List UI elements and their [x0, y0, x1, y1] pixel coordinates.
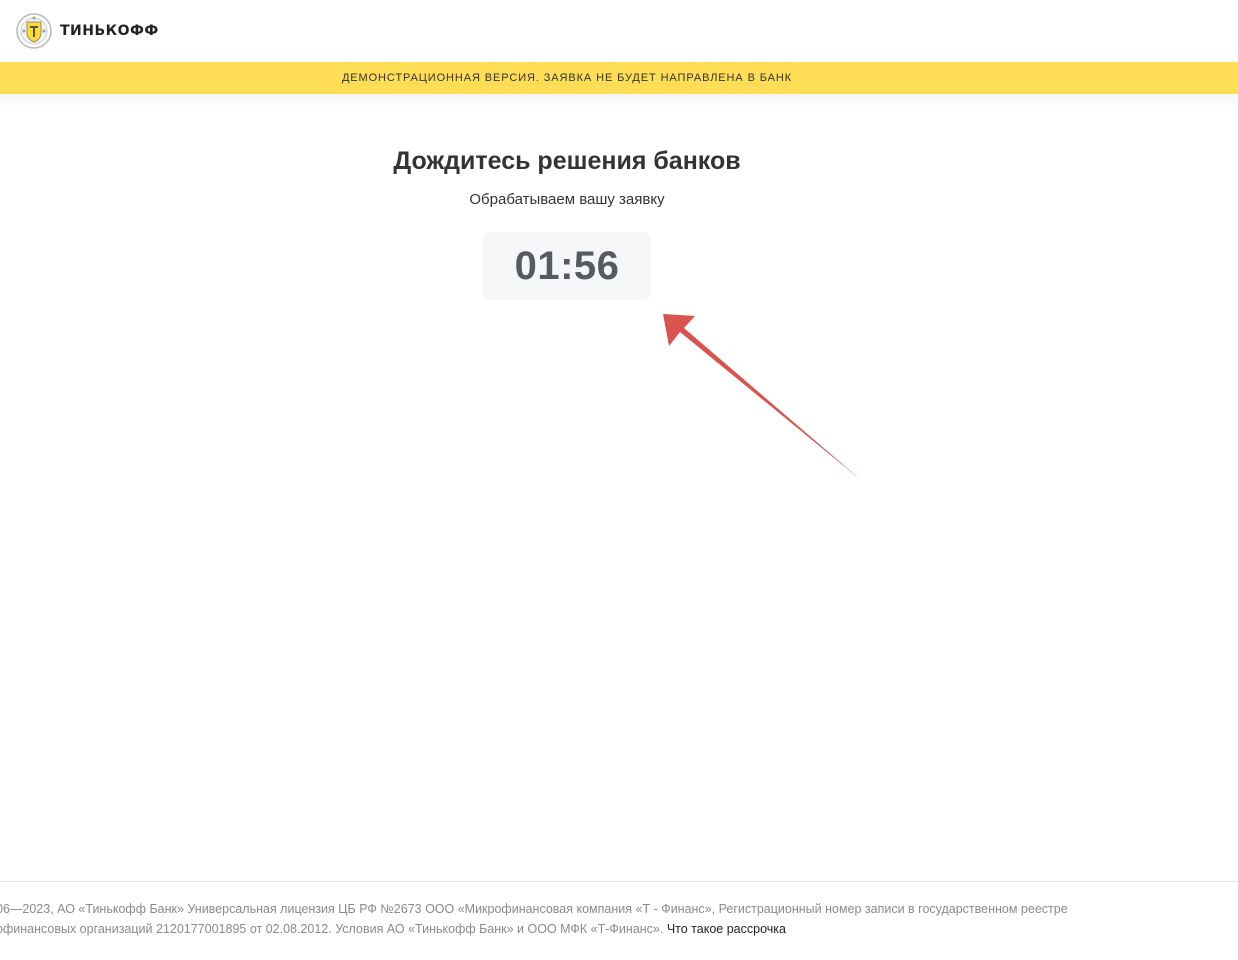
banner-shadow: [0, 94, 1238, 108]
logo-link[interactable]: ТИНЬКОФФ: [16, 13, 159, 49]
page-title: Дождитесь решения банков: [393, 147, 741, 175]
countdown-value: 01:56: [514, 243, 620, 288]
page: ТИНЬКОФФ ДЕМОНСТРАЦИОННАЯ ВЕРСИЯ. ЗАЯВКА…: [0, 0, 1238, 960]
footer-legal-text: офинансовых организаций 2120177001895 от…: [0, 922, 664, 936]
countdown-timer: 01:56: [483, 232, 651, 300]
logo-text: ТИНЬКОФФ: [60, 23, 159, 39]
footer: 06—2023, АО «Тинькофф Банк» Универсальна…: [0, 899, 1232, 939]
footer-legal-line-2: офинансовых организаций 2120177001895 от…: [0, 919, 1232, 939]
footer-divider: [0, 881, 1238, 882]
tinkoff-emblem-icon: [16, 13, 52, 49]
page-subtitle: Обрабатываем вашу заявку: [469, 191, 665, 208]
header: ТИНЬКОФФ: [0, 0, 1238, 62]
installment-info-link[interactable]: Что такое рассрочка: [667, 922, 786, 936]
demo-banner-text: ДЕМОНСТРАЦИОННАЯ ВЕРСИЯ. ЗАЯВКА НЕ БУДЕТ…: [341, 72, 793, 84]
demo-banner: ДЕМОНСТРАЦИОННАЯ ВЕРСИЯ. ЗАЯВКА НЕ БУДЕТ…: [0, 62, 1238, 94]
red-arrow-annotation: [663, 314, 861, 480]
arrow-shape: [663, 314, 861, 480]
footer-legal-line-1: 06—2023, АО «Тинькофф Банк» Универсальна…: [0, 902, 1068, 916]
